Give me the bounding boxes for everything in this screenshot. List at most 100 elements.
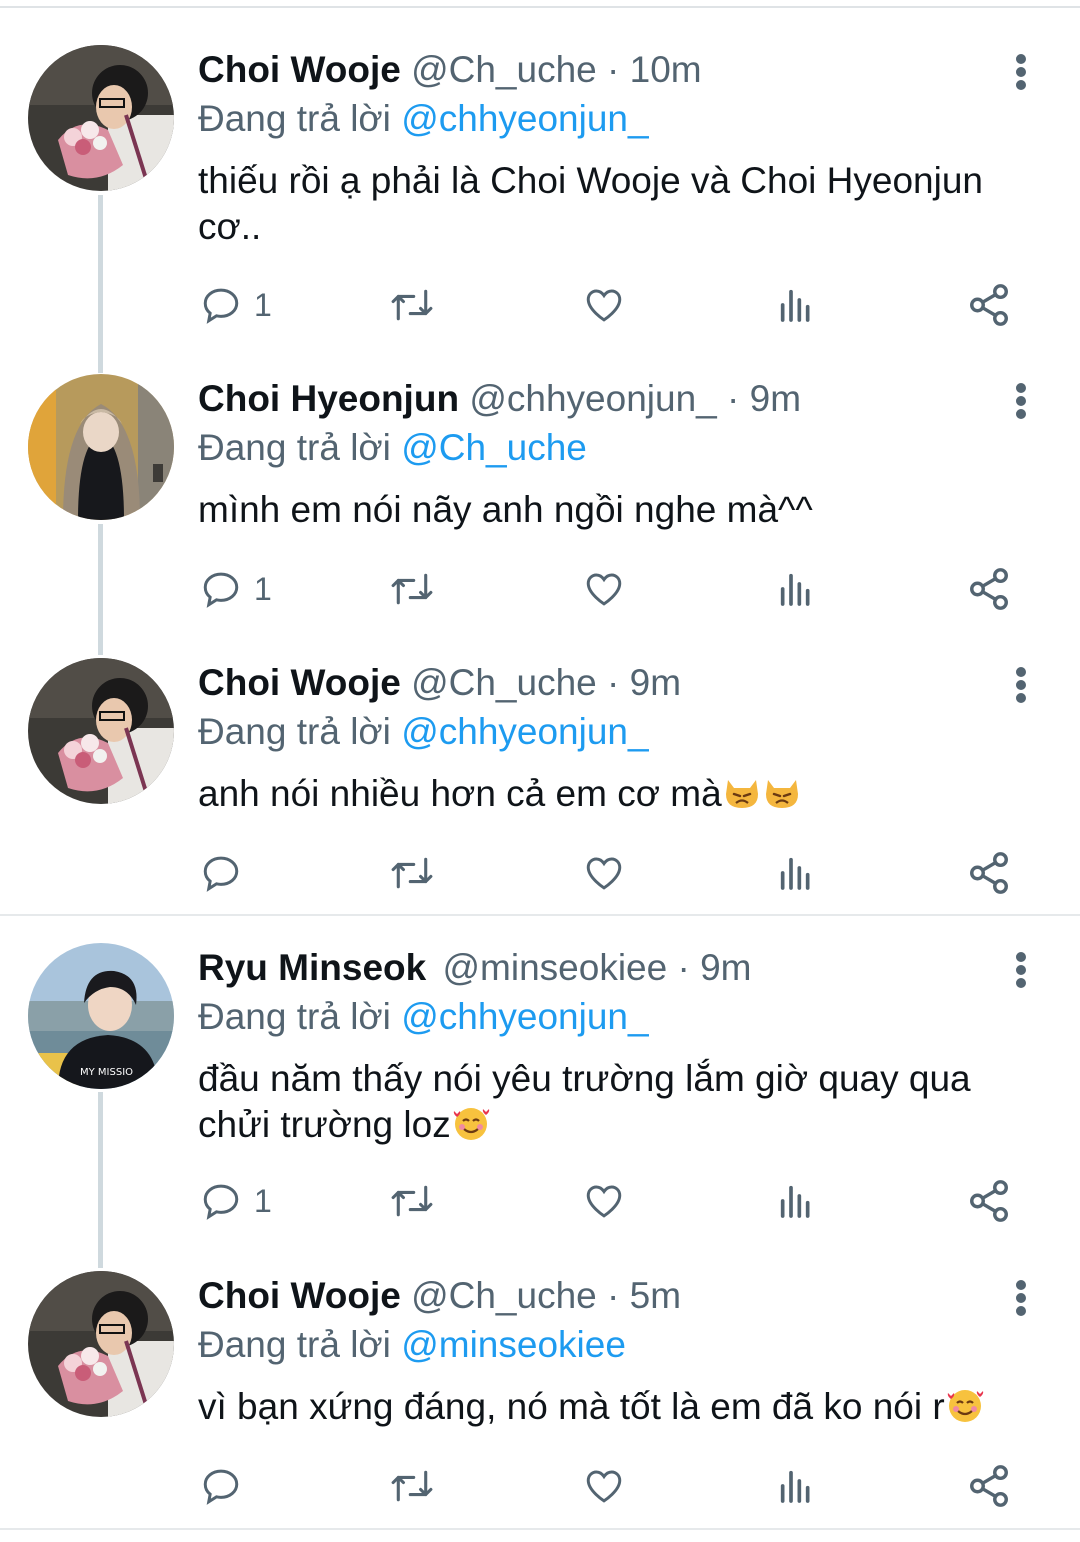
reply-icon — [203, 1469, 239, 1505]
separator-dot: · — [607, 49, 620, 90]
author-name[interactable]: Choi Hyeonjun — [198, 378, 459, 419]
share-button[interactable] — [966, 848, 1012, 898]
avatar[interactable] — [28, 658, 174, 804]
retweet-icon — [391, 289, 433, 321]
mention-link[interactable]: @chhyeonjun_ — [401, 996, 648, 1037]
tweet-text: mình em nói nãy anh ngồi nghe mà^^ — [198, 489, 813, 530]
analytics-button[interactable] — [776, 1461, 816, 1511]
separator-dot: · — [607, 662, 620, 703]
share-button[interactable] — [966, 280, 1012, 330]
more-options-icon[interactable] — [1008, 52, 1034, 92]
replying-prefix: Đang trả lời — [198, 427, 391, 468]
mention-link[interactable]: @minseokiee — [401, 1324, 626, 1365]
action-bar — [0, 848, 1080, 898]
more-options-icon[interactable] — [1008, 381, 1034, 421]
profile-photo-flowers — [28, 658, 174, 804]
tweet[interactable]: Choi Wooje @Ch_uche · 9m Đang trả lời @c… — [0, 645, 1080, 913]
tweet-text-line: đầu năm thấy nói yêu trường lắm giờ quay… — [198, 1058, 971, 1099]
share-button[interactable] — [966, 1176, 1012, 1226]
timestamp[interactable]: 10m — [630, 49, 702, 90]
analytics-button[interactable] — [776, 564, 816, 614]
author-name[interactable]: Ryu Minseok — [198, 947, 426, 988]
author-name[interactable]: Choi Wooje — [198, 662, 401, 703]
share-icon — [970, 852, 1008, 894]
mention-link[interactable]: @chhyeonjun_ — [401, 711, 648, 752]
reply-button[interactable]: 1 — [200, 280, 272, 330]
timestamp[interactable]: 9m — [750, 378, 801, 419]
analytics-button[interactable] — [776, 1176, 816, 1226]
mention-link[interactable]: @Ch_uche — [401, 427, 587, 468]
author-handle[interactable]: @minseokiee — [443, 947, 668, 988]
like-icon — [586, 289, 622, 322]
like-icon — [586, 1470, 622, 1503]
analytics-button[interactable] — [776, 280, 816, 330]
analytics-icon — [780, 1470, 810, 1503]
timestamp[interactable]: 9m — [630, 662, 681, 703]
analytics-icon — [780, 289, 810, 322]
reply-count: 1 — [254, 1182, 272, 1219]
more-options-icon[interactable] — [1008, 665, 1034, 705]
replying-prefix: Đang trả lời — [198, 1324, 391, 1365]
retweet-button[interactable] — [388, 564, 436, 614]
timestamp[interactable]: 9m — [700, 947, 751, 988]
replying-to: Đang trả lời @minseokiee — [198, 1323, 626, 1367]
avatar[interactable] — [28, 374, 174, 520]
like-button[interactable] — [582, 280, 626, 330]
replying-to: Đang trả lời @chhyeonjun_ — [198, 995, 649, 1039]
tweet[interactable]: Choi Wooje @Ch_uche · 5m Đang trả lời @m… — [0, 1246, 1080, 1526]
like-icon — [586, 1185, 622, 1218]
avatar[interactable]: MY MISSIO — [28, 943, 174, 1089]
more-options-icon[interactable] — [1008, 1278, 1034, 1318]
reply-icon — [203, 856, 239, 892]
like-icon — [586, 573, 622, 606]
reply-button[interactable]: 1 — [200, 564, 272, 614]
tweet[interactable]: Choi Hyeonjun @chhyeonjun_ · 9m Đang trả… — [0, 360, 1080, 645]
reply-button[interactable] — [200, 848, 254, 898]
mention-link[interactable]: @chhyeonjun_ — [401, 98, 648, 139]
author-handle[interactable]: @Ch_uche — [411, 49, 597, 90]
replying-to: Đang trả lời @Ch_uche — [198, 426, 587, 470]
like-button[interactable] — [582, 1461, 626, 1511]
like-button[interactable] — [582, 564, 626, 614]
share-icon — [970, 568, 1008, 610]
tweet-text: vì bạn xứng đáng, nó mà tốt là em đã ko … — [198, 1384, 1038, 1430]
action-bar: 1 — [0, 564, 1080, 614]
profile-photo-flowers — [28, 1271, 174, 1417]
retweet-icon — [391, 573, 433, 605]
reply-button[interactable] — [200, 1461, 254, 1511]
avatar[interactable] — [28, 1271, 174, 1417]
tweet[interactable]: Choi Wooje @Ch_uche · 10m Đang trả lời @… — [0, 0, 1080, 360]
retweet-button[interactable] — [388, 1461, 436, 1511]
retweet-button[interactable] — [388, 848, 436, 898]
like-button[interactable] — [582, 1176, 626, 1226]
replying-prefix: Đang trả lời — [198, 711, 391, 752]
retweet-icon — [391, 857, 433, 889]
replying-to: Đang trả lời @chhyeonjun_ — [198, 97, 649, 141]
share-button[interactable] — [966, 564, 1012, 614]
replying-prefix: Đang trả lời — [198, 98, 391, 139]
tweet-text: anh nói nhiều hơn cả em cơ mà — [198, 771, 1038, 817]
avatar[interactable] — [28, 45, 174, 191]
like-button[interactable] — [582, 848, 626, 898]
timestamp[interactable]: 5m — [630, 1275, 681, 1316]
retweet-button[interactable] — [388, 280, 436, 330]
separator-dot: · — [607, 1275, 620, 1316]
author-handle[interactable]: @Ch_uche — [411, 662, 597, 703]
tweet[interactable]: MY MISSIO Ryu Minseok @minseokiee · 9m Đ… — [0, 916, 1080, 1246]
author-handle[interactable]: @chhyeonjun_ — [469, 378, 716, 419]
smiling-face-with-hearts-emoji — [947, 1390, 983, 1422]
retweet-icon — [391, 1470, 433, 1502]
smiling-face-with-hearts-emoji — [453, 1108, 489, 1140]
author-name[interactable]: Choi Wooje — [198, 1275, 401, 1316]
analytics-button[interactable] — [776, 848, 816, 898]
author-name[interactable]: Choi Wooje — [198, 49, 401, 90]
tweet-text-line: chửi trường loz — [198, 1102, 1038, 1148]
more-options-icon[interactable] — [1008, 950, 1034, 990]
author-handle[interactable]: @Ch_uche — [411, 1275, 597, 1316]
profile-photo-hood — [28, 374, 174, 520]
reply-button[interactable]: 1 — [200, 1176, 272, 1226]
retweet-button[interactable] — [388, 1176, 436, 1226]
share-icon — [970, 284, 1008, 326]
share-button[interactable] — [966, 1461, 1012, 1511]
tweet-text-content: chửi trường loz — [198, 1104, 451, 1145]
